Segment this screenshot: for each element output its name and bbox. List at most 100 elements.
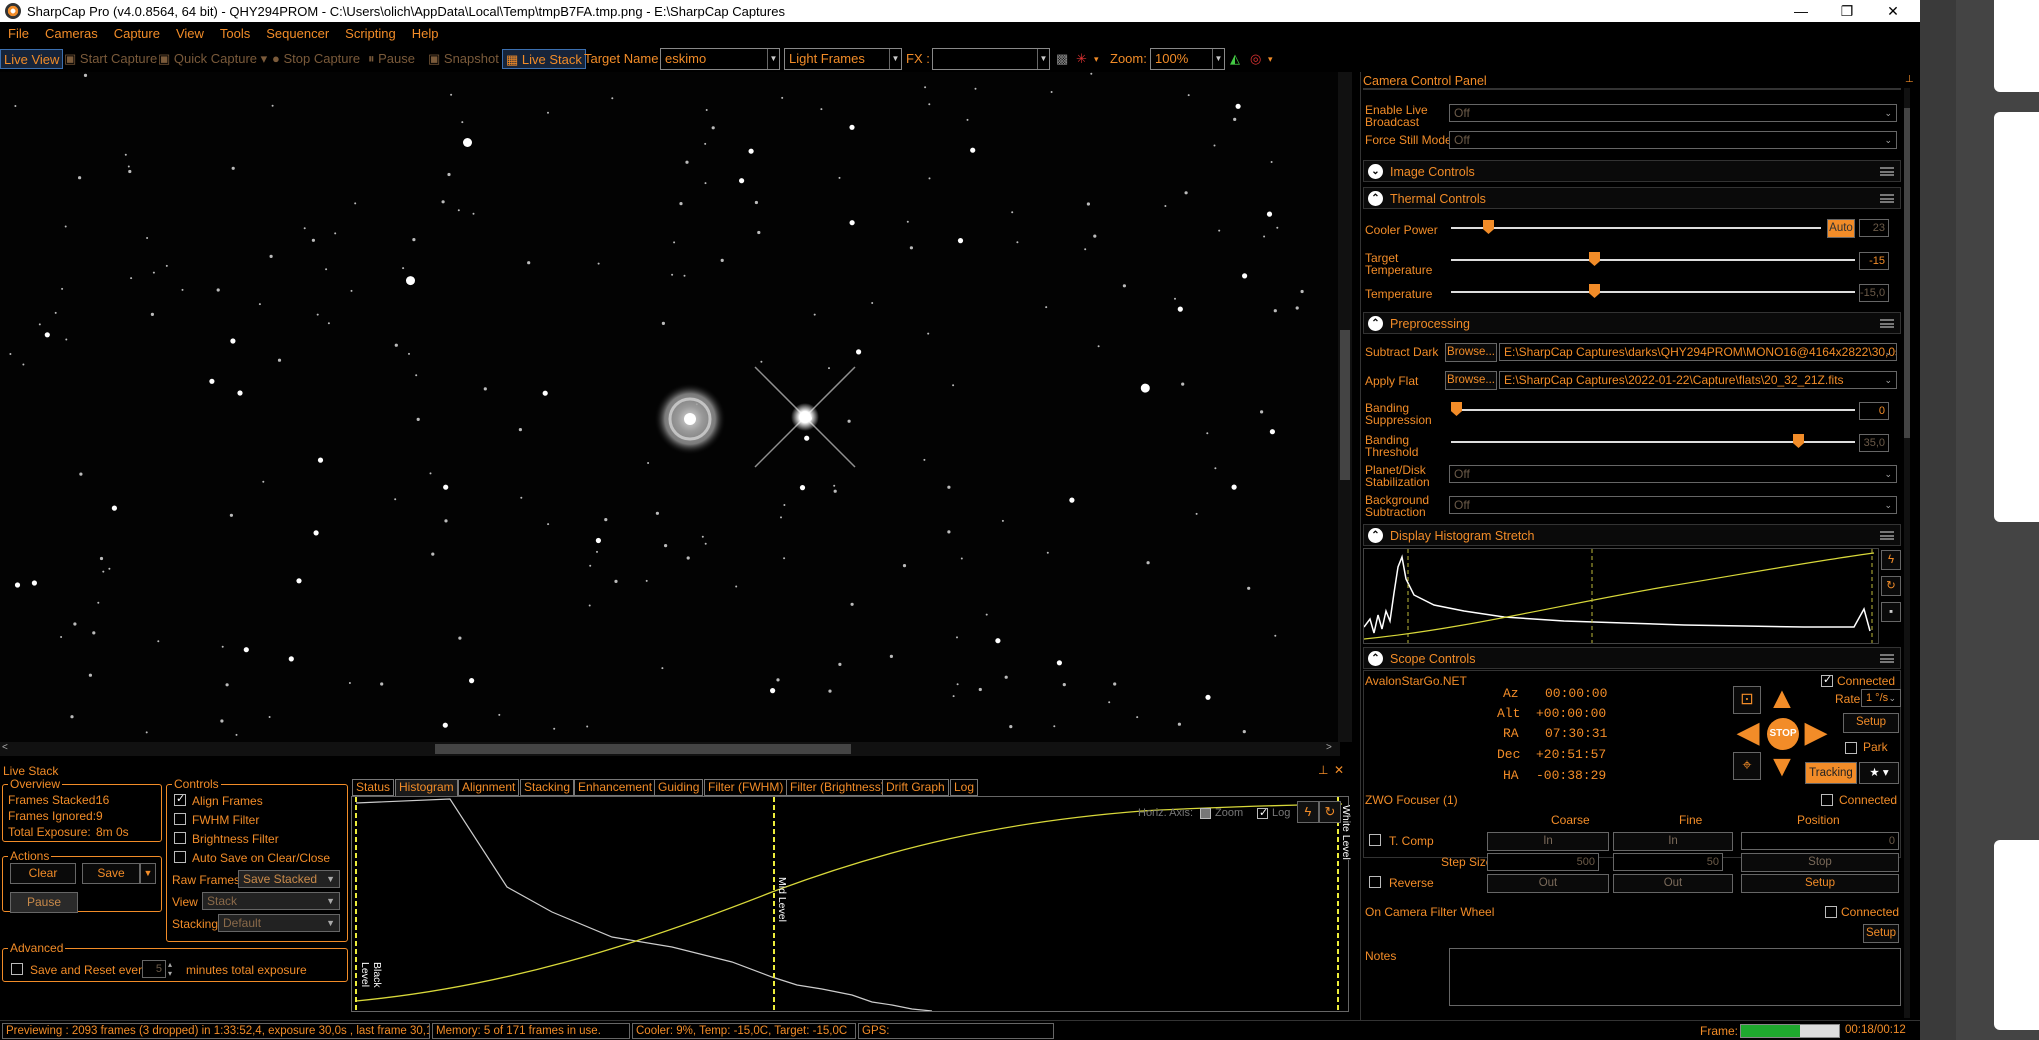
browse-flat-button[interactable]: Browse... [1445, 371, 1497, 390]
cooler-power-slider[interactable] [1451, 220, 1821, 236]
zoom-checkbox[interactable] [1200, 808, 1211, 819]
drag-handle-icon[interactable] [1880, 319, 1894, 328]
minimize-button[interactable]: — [1778, 0, 1824, 22]
live-broadcast-select[interactable]: Off ⌄ [1449, 104, 1897, 122]
image-viewer[interactable] [0, 72, 1350, 742]
flat-frame-select[interactable]: E:\SharpCap Captures\2022-01-22\Capture\… [1499, 371, 1897, 389]
snapshot-button[interactable]: ▣ Snapshot [428, 49, 499, 69]
drag-handle-icon[interactable] [1880, 167, 1894, 176]
tab-status[interactable]: Status [352, 779, 395, 796]
menu-tools[interactable]: Tools [212, 22, 258, 41]
banding-threshold-value[interactable]: 35,0 [1859, 434, 1889, 452]
auto-stretch-icon[interactable]: ϟ [1881, 550, 1901, 570]
reverse-checkbox[interactable] [1369, 876, 1381, 888]
tab-log[interactable]: Log [950, 779, 979, 796]
target-temperature-slider[interactable] [1451, 252, 1855, 268]
close-panel-icon[interactable]: ✕ [1334, 763, 1344, 777]
clear-button[interactable]: Clear [10, 863, 76, 884]
star-tracking-icon[interactable]: ★ ▾ [1859, 762, 1899, 784]
align-frames-checkbox[interactable] [174, 792, 186, 806]
force-still-select[interactable]: Off ⌄ [1449, 131, 1897, 149]
cooler-auto-button[interactable]: Auto [1827, 219, 1855, 238]
tab-filter-fwhm[interactable]: Filter (FWHM) [704, 779, 788, 796]
live-stack-button[interactable]: ▦ Live Stack [502, 49, 586, 69]
live-view-button[interactable]: Live View [0, 49, 64, 69]
frame-type-select[interactable]: Light Frames ▼ [784, 48, 902, 70]
chevron-up-icon[interactable]: ⌃ [1368, 316, 1383, 331]
menu-file[interactable]: File [0, 22, 37, 41]
fwhm-filter-checkbox[interactable] [174, 813, 186, 825]
grid-icon[interactable]: ▩ [1056, 49, 1068, 69]
save-button[interactable]: Save [82, 863, 140, 884]
view-select[interactable]: Stack ▼ [202, 892, 340, 910]
cooler-power-value[interactable]: 23 [1859, 219, 1889, 237]
tracking-button[interactable]: Tracking [1805, 762, 1857, 784]
tab-alignment[interactable]: Alignment [458, 779, 520, 796]
banding-suppression-slider[interactable] [1451, 402, 1855, 418]
fx-select[interactable]: ▼ [932, 48, 1050, 70]
drag-handle-icon[interactable] [1880, 531, 1894, 540]
target-temperature-value[interactable]: -15 [1859, 252, 1889, 270]
save-reset-minutes-input[interactable]: 5 [142, 960, 166, 978]
focuser-setup-button[interactable]: Setup [1741, 874, 1899, 893]
save-reset-checkbox[interactable] [11, 963, 23, 975]
reset-stretch-icon[interactable]: ↻ [1319, 801, 1341, 823]
fine-step-input[interactable]: 50 [1613, 853, 1723, 871]
close-button[interactable]: ✕ [1870, 0, 1916, 22]
target-icon[interactable]: ⌖ [1733, 752, 1761, 780]
restore-button[interactable]: ❐ [1824, 0, 1870, 22]
menu-cameras[interactable]: Cameras [37, 22, 106, 41]
chevron-up-icon[interactable]: ⌃ [1368, 651, 1383, 666]
save-stretch-icon[interactable]: ▪ [1881, 602, 1901, 622]
banding-threshold-slider[interactable] [1451, 434, 1855, 450]
brightness-filter-checkbox[interactable] [174, 832, 186, 844]
pin-icon[interactable]: ⊥ [1318, 763, 1328, 777]
viewer-vertical-scrollbar[interactable] [1338, 72, 1352, 742]
drag-handle-icon[interactable] [1880, 194, 1894, 203]
coarse-out-button[interactable]: Out [1487, 874, 1609, 893]
coarse-in-button[interactable]: In [1487, 832, 1609, 851]
tab-stacking[interactable]: Stacking [520, 779, 575, 796]
display-histogram-section[interactable]: ⌃ Display Histogram Stretch [1363, 524, 1901, 546]
slew-rate-select[interactable]: 1 °/s ⌄ [1861, 689, 1901, 707]
stop-capture-button[interactable]: ● Stop Capture [272, 49, 360, 69]
raw-frames-select[interactable]: Save Stacked ▼ [238, 870, 340, 888]
slew-north-icon[interactable]: ▲ [1767, 684, 1797, 714]
slew-west-icon[interactable]: ◀ [1733, 718, 1763, 748]
pause-button[interactable]: ⏸ Pause [368, 49, 415, 69]
histogram-icon[interactable]: ◭ [1230, 49, 1240, 69]
tcomp-checkbox[interactable] [1369, 834, 1381, 846]
filter-wheel-connected-checkbox[interactable] [1825, 906, 1837, 918]
viewer-horizontal-scrollbar[interactable]: < > [0, 742, 1340, 756]
park-checkbox[interactable] [1845, 742, 1857, 754]
stacking-select[interactable]: Default ▼ [218, 914, 340, 932]
start-capture-button[interactable]: ▣ Start Capture [64, 49, 157, 69]
scope-setup-button[interactable]: Setup [1843, 713, 1899, 733]
auto-save-checkbox[interactable] [174, 851, 186, 863]
slew-south-icon[interactable]: ▼ [1767, 752, 1797, 782]
target-name-combo[interactable]: eskimo ▼ [660, 48, 780, 70]
reticle-icon[interactable]: ✳ [1076, 49, 1087, 69]
auto-stretch-icon[interactable]: ϟ [1297, 801, 1319, 823]
image-controls-section[interactable]: ⌄ Image Controls [1363, 160, 1901, 182]
background-subtraction-select[interactable]: Off ⌄ [1449, 496, 1897, 514]
drag-handle-icon[interactable] [1880, 654, 1894, 663]
menu-sequencer[interactable]: Sequencer [258, 22, 337, 41]
browse-dark-button[interactable]: Browse... [1445, 343, 1497, 362]
spinner-icon[interactable]: ▴ ▾ [168, 960, 172, 978]
ccp-scrollbar[interactable] [1904, 88, 1910, 1018]
scope-controls-section[interactable]: ⌃ Scope Controls [1363, 647, 1901, 669]
dark-frame-select[interactable]: E:\SharpCap Captures\darks\QHY294PROM\MO… [1499, 343, 1897, 361]
stop-slew-button[interactable]: STOP [1767, 718, 1799, 750]
save-dropdown-button[interactable]: ▼ [140, 863, 156, 884]
menu-view[interactable]: View [168, 22, 212, 41]
scope-connected-checkbox[interactable] [1821, 673, 1833, 687]
slew-to-icon[interactable]: ⊡ [1733, 686, 1761, 714]
zoom-select[interactable]: 100% ▼ [1150, 48, 1225, 70]
chevron-down-icon[interactable]: ⌄ [1368, 164, 1383, 179]
stack-histogram-chart[interactable]: Black Level Mid Level White Level Horiz.… [351, 796, 1352, 1012]
menu-capture[interactable]: Capture [106, 22, 168, 41]
tab-histogram[interactable]: Histogram [395, 779, 458, 797]
thermal-controls-section[interactable]: ⌃ Thermal Controls [1363, 187, 1901, 209]
pin-icon[interactable]: ⊥ [1905, 74, 1914, 85]
